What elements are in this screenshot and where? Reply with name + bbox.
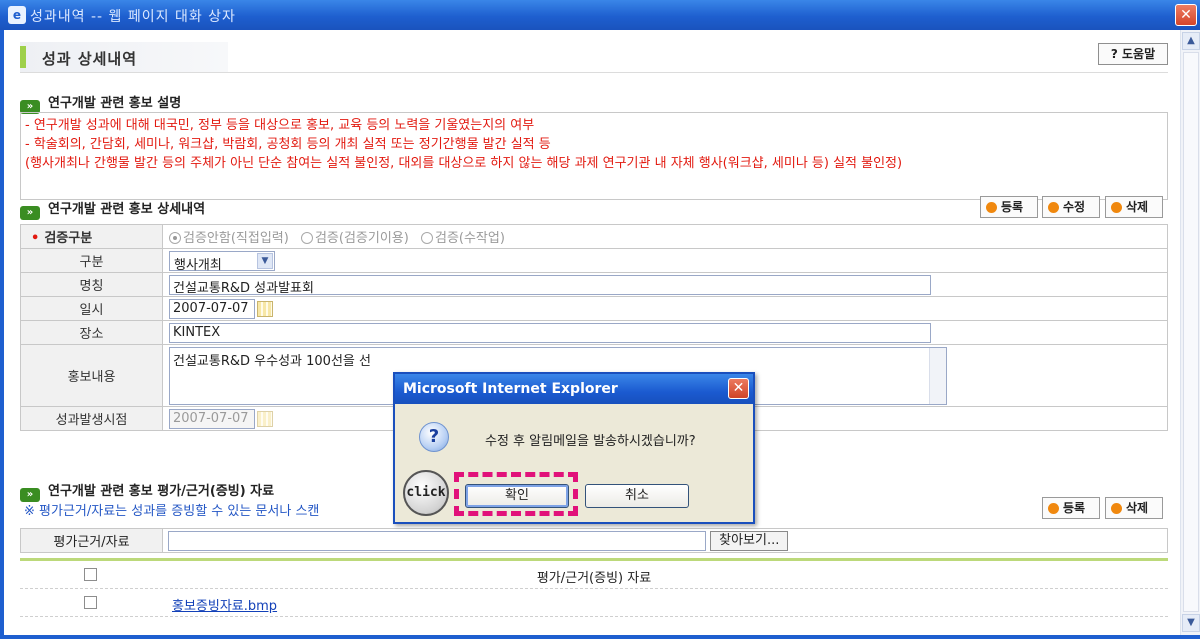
- cancel-button[interactable]: 취소: [585, 484, 689, 508]
- textarea-scrollbar[interactable]: [929, 347, 946, 404]
- section-arrow-icon: »: [20, 206, 40, 220]
- window-title: 성과내역 -- 웹 페이지 대화 상자: [30, 9, 236, 25]
- ok-button-highlight: [454, 472, 578, 516]
- scroll-down-arrow-icon[interactable]: ▼: [1182, 614, 1200, 632]
- page-title: 성과 상세내역: [42, 50, 138, 68]
- evidence-heading-text: 연구개발 관련 홍보 평가/근거(증빙) 자료: [48, 484, 275, 499]
- detail-edit-button[interactable]: 수정: [1042, 196, 1100, 218]
- name-label: 명칭: [20, 272, 163, 297]
- evidence-label: 평가근거/자료: [20, 528, 163, 553]
- place-label: 장소: [20, 320, 163, 345]
- detail-delete-button[interactable]: 삭제: [1105, 196, 1163, 218]
- file-link[interactable]: 홍보증빙자료.bmp: [172, 595, 277, 614]
- type-select[interactable]: 행사개최 ▼: [169, 250, 275, 273]
- desc-section-heading: » 연구개발 관련 홍보 설명: [20, 92, 181, 114]
- name-input[interactable]: 건설교통R&D 성과발표회: [169, 274, 931, 295]
- occur-date-input: 2007-07-07: [169, 408, 255, 429]
- evidence-form-table: 평가근거/자료 찾아보기...: [20, 528, 1168, 553]
- radio-label: 검증(검증기이용): [314, 231, 409, 246]
- bullet-icon: [1111, 202, 1122, 213]
- content-label: 홍보내용: [20, 344, 163, 407]
- radio-verify-manual[interactable]: [420, 232, 433, 244]
- detail-section-heading: » 연구개발 관련 홍보 상세내역: [20, 198, 205, 220]
- detail-register-button[interactable]: 등록: [980, 196, 1038, 218]
- occur-label: 성과발생시점: [20, 406, 163, 431]
- radio-verify-none[interactable]: [169, 232, 181, 244]
- window-title-bar: e 성과내역 -- 웹 페이지 대화 상자 ✕: [0, 0, 1200, 30]
- evidence-file-list: 평가/근거(증빙) 자료 홍보증빙자료.bmp: [20, 561, 1168, 617]
- vertical-scrollbar[interactable]: ▲ ▼: [1180, 30, 1200, 635]
- chevron-down-icon[interactable]: ▼: [257, 252, 273, 269]
- list-header: 평가/근거(증빙) 자료: [536, 571, 652, 586]
- header-divider: [20, 72, 1168, 73]
- content-text: 건설교통R&D 우수성과 100선을 선: [173, 353, 371, 369]
- type-label: 구분: [20, 248, 163, 273]
- scrollbar-thumb[interactable]: [1183, 52, 1199, 612]
- scroll-up-arrow-icon[interactable]: ▲: [1182, 32, 1200, 50]
- bullet-icon: [1048, 503, 1059, 514]
- place-input[interactable]: KINTEX: [169, 322, 931, 343]
- calendar-icon: [257, 410, 273, 427]
- date-label: 일시: [20, 296, 163, 321]
- dialog-close-button[interactable]: ✕: [728, 378, 749, 399]
- verify-options: 검증안함(직접입력) 검증(검증기이용) 검증(수작업): [162, 224, 1168, 249]
- ie-page-icon: e: [8, 6, 26, 24]
- desc-box: - 연구개발 성과에 대해 대국민, 정부 등을 대상으로 홍보, 교육 등의 …: [20, 112, 1168, 200]
- evidence-delete-button[interactable]: 삭제: [1105, 497, 1163, 519]
- bullet-icon: [986, 202, 997, 213]
- required-star-icon: •: [31, 231, 40, 246]
- header-accent-bar: [20, 46, 26, 68]
- date-input[interactable]: 2007-07-07: [169, 298, 255, 319]
- radio-label: 검증안함(직접입력): [183, 231, 289, 246]
- evidence-note: ※ 평가근거/자료는 성과를 증빙할 수 있는 문서나 스캔: [24, 504, 320, 519]
- evidence-section-heading: » 연구개발 관련 홍보 평가/근거(증빙) 자료: [20, 480, 274, 502]
- page-header: 성과 상세내역: [20, 42, 228, 72]
- desc-line: - 학술회의, 간담회, 세미나, 워크샵, 박람회, 공청회 등의 개최 실적…: [25, 137, 551, 152]
- browse-button[interactable]: 찾아보기...: [710, 530, 789, 551]
- label-text: 검증구분: [44, 231, 93, 246]
- button-label: 등록: [1001, 200, 1024, 214]
- click-indicator-icon: click: [403, 470, 449, 516]
- list-item: 홍보증빙자료.bmp: [20, 589, 1168, 617]
- evidence-register-button[interactable]: 등록: [1042, 497, 1100, 519]
- desc-line: (행사개최나 간행물 발간 등의 주체가 아닌 단순 참여는 실적 불인정, 대…: [25, 156, 903, 171]
- dialog-title-bar: Microsoft Internet Explorer ✕: [395, 374, 753, 404]
- dialog-message: 수정 후 알림메일을 발송하시겠습니까?: [485, 434, 696, 449]
- list-header-row: 평가/근거(증빙) 자료: [20, 561, 1168, 589]
- type-select-value: 행사개최: [174, 257, 222, 273]
- button-label: 삭제: [1126, 200, 1149, 214]
- radio-label: 검증(수작업): [434, 231, 505, 246]
- question-icon: ?: [419, 422, 449, 452]
- radio-verify-tool[interactable]: [300, 232, 313, 244]
- help-button[interactable]: ? 도움말: [1098, 43, 1168, 65]
- file-checkbox[interactable]: [84, 596, 97, 609]
- evidence-file-input[interactable]: [168, 530, 706, 551]
- desc-line: - 연구개발 성과에 대해 대국민, 정부 등을 대상으로 홍보, 교육 등의 …: [25, 118, 535, 133]
- detail-heading-text: 연구개발 관련 홍보 상세내역: [48, 202, 206, 217]
- bullet-icon: [1111, 503, 1122, 514]
- button-label: 수정: [1063, 200, 1086, 214]
- bullet-icon: [1048, 202, 1059, 213]
- button-label: 등록: [1063, 501, 1086, 515]
- calendar-icon[interactable]: [257, 300, 273, 317]
- window-close-button[interactable]: ✕: [1175, 4, 1197, 26]
- desc-heading-text: 연구개발 관련 홍보 설명: [48, 96, 182, 111]
- button-label: 삭제: [1126, 501, 1149, 515]
- dialog-title: Microsoft Internet Explorer: [403, 381, 618, 397]
- verify-label: • 검증구분: [20, 224, 163, 249]
